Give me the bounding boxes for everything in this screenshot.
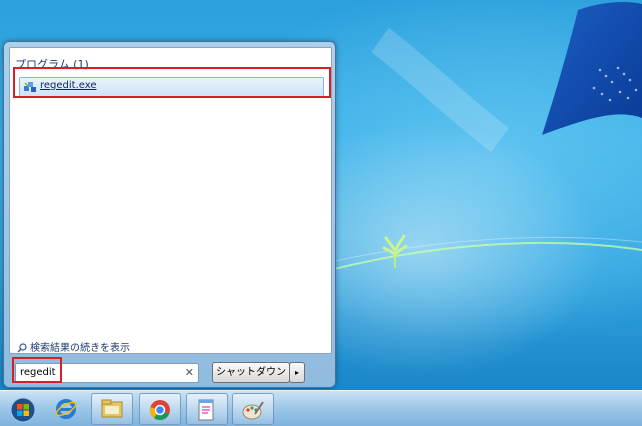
taskbar-explorer-button[interactable]: [91, 393, 133, 425]
internet-explorer-icon: [55, 399, 77, 419]
folder-icon: [101, 399, 123, 418]
taskbar: [0, 390, 642, 426]
taskbar-notepad-button[interactable]: [186, 393, 228, 425]
paint-icon: [242, 401, 264, 420]
windows-logo-wave: [542, 2, 642, 135]
see-more-results-link[interactable]: 検索結果の続きを表示: [17, 339, 130, 354]
shutdown-button[interactable]: シャットダウン: [212, 362, 290, 383]
start-button[interactable]: [2, 393, 42, 423]
shutdown-options-arrow-icon[interactable]: ▸: [289, 362, 305, 383]
taskbar-paint-button[interactable]: [232, 393, 274, 425]
taskbar-chrome-button[interactable]: [139, 393, 181, 425]
clear-search-icon[interactable]: ✕: [185, 366, 194, 379]
highlight-box-search: [12, 357, 62, 383]
magnifier-icon: [17, 343, 27, 353]
see-more-label[interactable]: 検索結果の続きを表示: [30, 343, 130, 354]
windows-orb-icon: [10, 397, 36, 423]
notepad-icon: [198, 399, 214, 421]
highlight-box-result: [13, 67, 331, 98]
chrome-icon: [150, 400, 170, 420]
taskbar-ie-button[interactable]: [46, 393, 86, 423]
wallpaper-tree-logo: [382, 234, 408, 268]
